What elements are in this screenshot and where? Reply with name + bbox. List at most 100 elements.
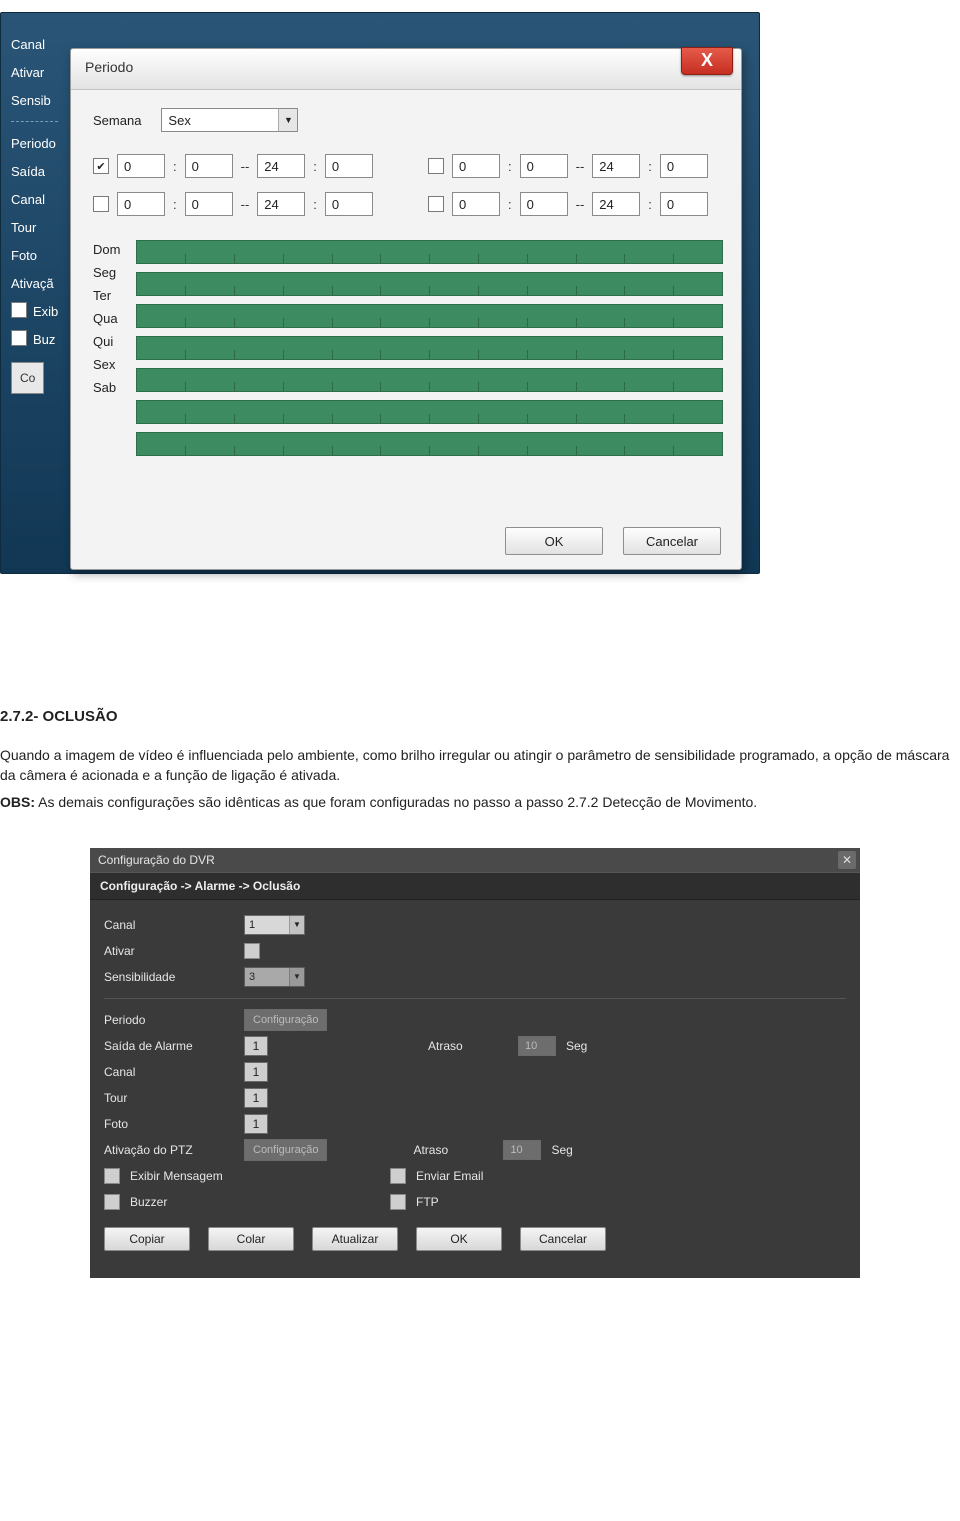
seg-label: Seg <box>566 1039 587 1053</box>
exibir-label: Exibir Mensagem <box>130 1169 380 1183</box>
chevron-down-icon: ▼ <box>289 968 304 986</box>
hour-field[interactable]: 0 <box>117 154 165 178</box>
foto-box[interactable]: 1 <box>244 1114 268 1134</box>
semana-value: Sex <box>162 113 278 128</box>
minute-field[interactable]: 0 <box>325 154 373 178</box>
hour-field[interactable]: 24 <box>257 192 305 216</box>
minute-field[interactable]: 0 <box>660 192 708 216</box>
minute-field[interactable]: 0 <box>520 154 568 178</box>
cancelar-button[interactable]: Cancelar <box>520 1227 606 1251</box>
bg-label: Co <box>11 362 44 394</box>
minute-field[interactable]: 0 <box>660 154 708 178</box>
email-checkbox[interactable] <box>390 1168 406 1184</box>
canal-box[interactable]: 1 <box>244 1062 268 1082</box>
week-schedule: Dom Seg Ter Qua Qui Sex Sab <box>93 240 723 456</box>
atraso-field[interactable]: 10 <box>503 1140 541 1160</box>
hour-field[interactable]: 24 <box>592 154 640 178</box>
ptz-config-button[interactable]: Configuração <box>244 1139 327 1161</box>
schedule-bar[interactable] <box>136 400 723 424</box>
periodo-config-button[interactable]: Configuração <box>244 1009 327 1031</box>
obs-label: OBS: <box>0 794 35 810</box>
time-row: 0 : 0 -- 24 : 0 <box>428 192 723 216</box>
close-button[interactable]: X <box>681 47 733 75</box>
screenshot-dvr-config: Configuração do DVR ✕ Configuração -> Al… <box>90 848 860 1278</box>
minute-field[interactable]: 0 <box>520 192 568 216</box>
ftp-checkbox[interactable] <box>390 1194 406 1210</box>
day-label: Ter <box>93 288 120 303</box>
seg-label: Seg <box>551 1143 572 1157</box>
bg-label: Periodo <box>11 130 58 158</box>
bg-label: Buz <box>11 326 58 354</box>
schedule-bar[interactable] <box>136 304 723 328</box>
buzzer-label: Buzzer <box>130 1195 380 1209</box>
dialog-title: Periodo <box>85 59 133 75</box>
canal-select[interactable]: 1▼ <box>244 915 305 935</box>
time-range-grid: ✔ 0 : 0 -- 24 : 0 0 : 0 -- 24 : <box>93 154 723 216</box>
hour-field[interactable]: 0 <box>117 192 165 216</box>
day-label: Sex <box>93 357 120 372</box>
breadcrumb: Configuração -> Alarme -> Oclusão <box>90 872 860 900</box>
chevron-down-icon: ▼ <box>289 916 304 934</box>
schedule-bar[interactable] <box>136 336 723 360</box>
bg-left-labels: Canal Ativar Sensib Periodo Saída Canal … <box>11 31 58 394</box>
sensibilidade-label: Sensibilidade <box>104 970 234 984</box>
time-checkbox[interactable] <box>428 196 444 212</box>
ativar-checkbox[interactable] <box>244 943 260 959</box>
schedule-bar[interactable] <box>136 272 723 296</box>
sensibilidade-select[interactable]: 3▼ <box>244 967 305 987</box>
schedule-bar[interactable] <box>136 368 723 392</box>
day-label: Qui <box>93 334 120 349</box>
screenshot-periodo: Canal Ativar Sensib Periodo Saída Canal … <box>0 0 760 660</box>
document-text: 2.7.2- OCLUSÃO Quando a imagem de vídeo … <box>0 700 960 848</box>
saida-label: Saída de Alarme <box>104 1039 234 1053</box>
copiar-button[interactable]: Copiar <box>104 1227 190 1251</box>
tour-box[interactable]: 1 <box>244 1088 268 1108</box>
exibir-checkbox[interactable] <box>104 1168 120 1184</box>
ok-button[interactable]: OK <box>505 527 603 555</box>
atraso-field[interactable]: 10 <box>518 1036 556 1056</box>
time-checkbox[interactable] <box>428 158 444 174</box>
hour-field[interactable]: 24 <box>592 192 640 216</box>
buzzer-checkbox[interactable] <box>104 1194 120 1210</box>
day-label: Seg <box>93 265 120 280</box>
window-title: Configuração do DVR <box>90 848 860 872</box>
cancel-button[interactable]: Cancelar <box>623 527 721 555</box>
time-checkbox[interactable]: ✔ <box>93 158 109 174</box>
atualizar-button[interactable]: Atualizar <box>312 1227 398 1251</box>
bg-label: Exib <box>11 298 58 326</box>
semana-select[interactable]: Sex ▼ <box>161 108 298 132</box>
day-label: Dom <box>93 242 120 257</box>
hour-field[interactable]: 24 <box>257 154 305 178</box>
ativacao-ptz-label: Ativação do PTZ <box>104 1143 234 1157</box>
canal-label: Canal <box>104 918 234 932</box>
minute-field[interactable]: 0 <box>185 192 233 216</box>
close-icon[interactable]: ✕ <box>838 851 856 869</box>
dialog-titlebar: Periodo X <box>71 49 741 90</box>
day-label: Qua <box>93 311 120 326</box>
atraso-label: Atraso <box>413 1143 493 1157</box>
time-row: 0 : 0 -- 24 : 0 <box>93 192 388 216</box>
paragraph: OBS: As demais configurações são idêntic… <box>0 792 960 812</box>
schedule-bar[interactable] <box>136 432 723 456</box>
chevron-down-icon: ▼ <box>278 109 297 131</box>
minute-field[interactable]: 0 <box>185 154 233 178</box>
ok-button[interactable]: OK <box>416 1227 502 1251</box>
saida-box[interactable]: 1 <box>244 1036 268 1056</box>
hour-field[interactable]: 0 <box>452 192 500 216</box>
bg-label: Canal <box>11 186 58 214</box>
atraso-label: Atraso <box>428 1039 508 1053</box>
ativar-label: Ativar <box>104 944 234 958</box>
periodo-dialog: Periodo X Semana Sex ▼ ✔ 0 : 0 -- 24 <box>70 48 742 570</box>
ftp-label: FTP <box>416 1195 439 1209</box>
bg-label: Sensib <box>11 87 58 115</box>
hour-field[interactable]: 0 <box>452 154 500 178</box>
time-checkbox[interactable] <box>93 196 109 212</box>
bg-label: Saída <box>11 158 58 186</box>
colar-button[interactable]: Colar <box>208 1227 294 1251</box>
tour-label: Tour <box>104 1091 234 1105</box>
canal2-label: Canal <box>104 1065 234 1079</box>
minute-field[interactable]: 0 <box>325 192 373 216</box>
foto-label: Foto <box>104 1117 234 1131</box>
periodo-label: Periodo <box>104 1013 234 1027</box>
schedule-bar[interactable] <box>136 240 723 264</box>
